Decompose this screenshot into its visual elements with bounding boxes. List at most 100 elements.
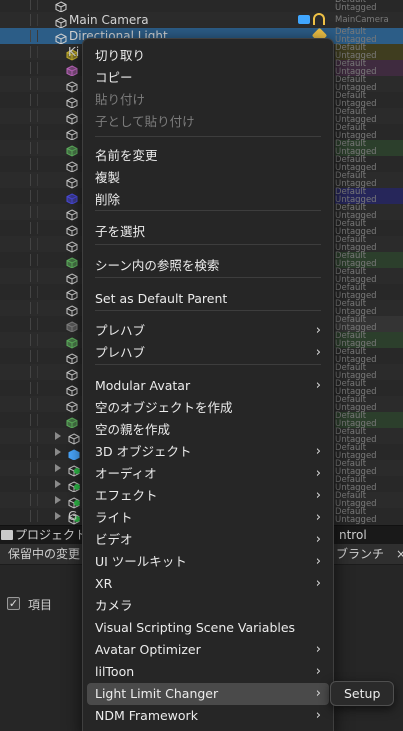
visibility-toggle[interactable]	[30, 350, 38, 362]
foldout-arrow-icon[interactable]	[55, 496, 61, 504]
foldout-arrow-icon[interactable]	[55, 448, 61, 456]
visibility-toggle[interactable]	[30, 302, 38, 314]
tab-control[interactable]: ntrol	[339, 526, 367, 545]
menu-item[interactable]: エフェクト ›	[83, 485, 333, 507]
gameobject-icon	[66, 238, 78, 253]
visibility-toggle[interactable]	[30, 270, 38, 282]
visibility-toggle[interactable]	[30, 46, 38, 58]
menu-item[interactable]: プレハブ ›	[83, 342, 333, 364]
add-badge-icon	[74, 468, 80, 474]
menu-item-label: 子として貼り付け	[95, 114, 195, 129]
tag-layer-column: Default Untagged	[335, 284, 403, 301]
menu-separator	[95, 277, 321, 278]
visibility-toggle[interactable]	[30, 14, 38, 26]
tab-project[interactable]: プロジェクト	[15, 526, 87, 545]
menu-item[interactable]: ライト ›	[83, 507, 333, 529]
tag-layer-column: Default Untagged	[335, 220, 403, 237]
menu-item-label: Set as Default Parent	[95, 291, 228, 306]
visibility-toggle[interactable]	[30, 0, 38, 10]
menu-item-label: 複製	[95, 170, 121, 185]
menu-item[interactable]: 空の親を作成	[83, 419, 333, 441]
menu-item[interactable]: lilToon ›	[83, 661, 333, 683]
visibility-toggle[interactable]	[30, 222, 38, 234]
chevron-right-icon: ›	[315, 532, 321, 547]
hierarchy-row[interactable]: MainCamera Main Camera	[0, 12, 403, 29]
visibility-toggle[interactable]	[30, 190, 38, 202]
menu-item[interactable]: カメラ	[83, 595, 333, 617]
gameobject-name: Main Camera	[69, 13, 149, 27]
visibility-toggle[interactable]	[30, 78, 38, 90]
menu-item[interactable]: 空のオブジェクトを作成	[83, 397, 333, 419]
menu-item-label: ビデオ	[95, 532, 133, 547]
menu-item[interactable]: プレハブ ›	[83, 320, 333, 342]
hierarchy-row[interactable]: Default Untagged	[0, 0, 403, 13]
menu-item[interactable]: シーン内の参照を検索	[83, 255, 333, 277]
visibility-toggle[interactable]	[30, 254, 38, 266]
menu-item[interactable]: 子を選択	[83, 221, 333, 243]
menu-item-label: カメラ	[95, 598, 133, 613]
visibility-toggle[interactable]	[30, 366, 38, 378]
menu-item-label: XR	[95, 576, 113, 591]
menu-item: 子として貼り付け	[83, 111, 333, 133]
visibility-toggle[interactable]	[30, 110, 38, 122]
visibility-toggle[interactable]	[30, 286, 38, 298]
visibility-toggle[interactable]	[30, 206, 38, 218]
visibility-toggle[interactable]	[30, 30, 38, 42]
menu-item[interactable]: Modular Avatar ›	[83, 375, 333, 397]
menu-item[interactable]: 切り取り	[83, 45, 333, 67]
menu-item[interactable]: 削除	[83, 189, 333, 211]
chevron-right-icon: ›	[315, 323, 321, 338]
tag-layer-column: Default Untagged	[335, 428, 403, 445]
visibility-toggle[interactable]	[30, 446, 38, 458]
visibility-toggle[interactable]	[30, 478, 38, 490]
visibility-toggle[interactable]	[30, 430, 38, 442]
visibility-toggle[interactable]	[30, 94, 38, 106]
tag-layer-column: Default Untagged	[335, 444, 403, 461]
select-all-checkbox[interactable]: ✓	[7, 597, 20, 610]
menu-item[interactable]: Avatar Optimizer ›	[83, 639, 333, 661]
visibility-toggle[interactable]	[30, 126, 38, 138]
visibility-toggle[interactable]	[30, 382, 38, 394]
visibility-toggle[interactable]	[30, 462, 38, 474]
menu-item[interactable]: UI ツールキット ›	[83, 551, 333, 573]
menu-item[interactable]: コピー	[83, 67, 333, 89]
visibility-toggle[interactable]	[30, 142, 38, 154]
visibility-toggle[interactable]	[30, 414, 38, 426]
gameobject-icon	[66, 334, 78, 349]
menu-item[interactable]: Set as Default Parent	[83, 288, 333, 310]
menu-item[interactable]: ビデオ ›	[83, 529, 333, 551]
foldout-arrow-icon[interactable]	[55, 432, 61, 440]
tag-layer-column: Default Untagged	[335, 108, 403, 125]
menu-item[interactable]: XR ›	[83, 573, 333, 595]
tag-layer-column: Default Untagged	[335, 364, 403, 381]
close-icon[interactable]: ×	[396, 544, 403, 565]
visibility-toggle[interactable]	[30, 334, 38, 346]
menu-item-label: 子を選択	[95, 224, 146, 239]
visibility-toggle[interactable]	[30, 510, 38, 522]
branch-tab[interactable]: ブランチ	[336, 544, 384, 565]
pending-changes-tab[interactable]: 保留中の変更	[8, 544, 80, 565]
menu-item-label: 貼り付け	[95, 92, 146, 107]
menu-item[interactable]: NDM Framework ›	[83, 705, 333, 727]
menu-item[interactable]: 名前を変更	[83, 145, 333, 167]
menu-item[interactable]: Visual Scripting Scene Variables	[83, 617, 333, 639]
foldout-arrow-icon[interactable]	[55, 464, 61, 472]
tag-layer-column: Default Untagged	[335, 460, 403, 477]
visibility-toggle[interactable]	[30, 158, 38, 170]
visibility-toggle[interactable]	[30, 174, 38, 186]
setup-menu-item[interactable]: Setup	[344, 682, 380, 706]
visibility-toggle[interactable]	[30, 398, 38, 410]
tag-layer-column: Default Untagged	[335, 508, 403, 525]
menu-item[interactable]: Light Limit Changer ›	[87, 683, 329, 705]
visibility-toggle[interactable]	[30, 494, 38, 506]
foldout-arrow-icon[interactable]	[55, 480, 61, 488]
menu-item[interactable]: 複製	[83, 167, 333, 189]
visibility-toggle[interactable]	[30, 62, 38, 74]
visibility-toggle[interactable]	[30, 318, 38, 330]
visibility-toggle[interactable]	[30, 238, 38, 250]
menu-item[interactable]: オーディオ ›	[83, 463, 333, 485]
menu-item[interactable]: 3D オブジェクト ›	[83, 441, 333, 463]
menu-item-label: ライト	[95, 510, 133, 525]
foldout-arrow-icon[interactable]	[55, 512, 61, 520]
menu-separator	[95, 364, 321, 365]
